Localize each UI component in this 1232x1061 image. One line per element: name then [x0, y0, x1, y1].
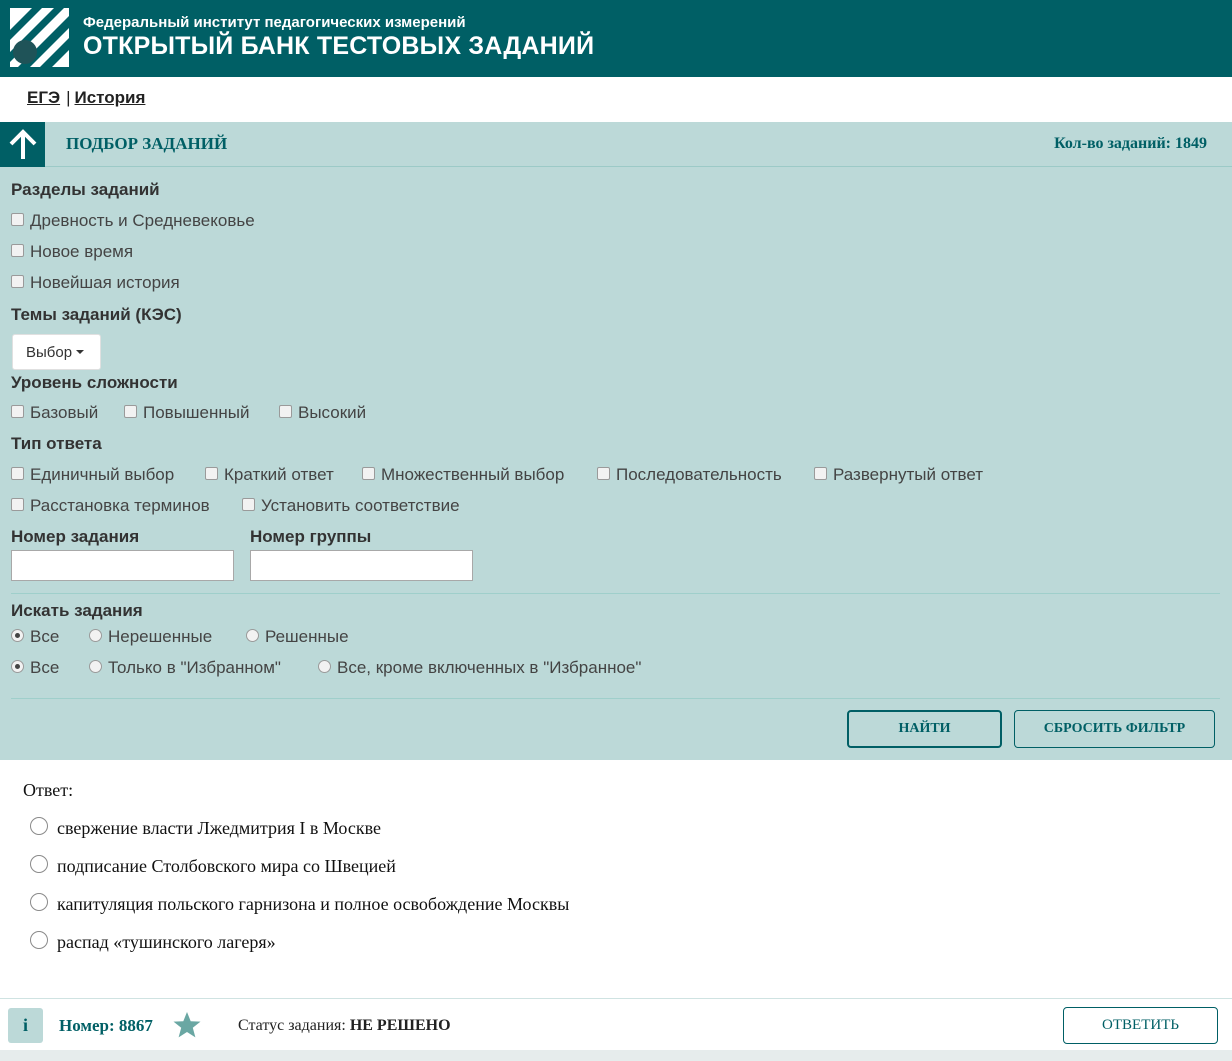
collapse-button[interactable] — [0, 122, 45, 167]
filter-panel-header: ПОДБОР ЗАДАНИЙ Кол-во заданий: 1849 — [0, 122, 1232, 167]
level-checkbox[interactable]: Базовый — [11, 403, 98, 423]
favorite-option-label: Все, кроме включенных в "Избранное" — [337, 658, 642, 677]
answer-button[interactable]: ОТВЕТИТЬ — [1063, 1007, 1218, 1044]
answer-type-checkbox[interactable]: Установить соответствие — [242, 496, 460, 516]
section-checkbox[interactable]: Древность и Средневековье — [11, 211, 255, 231]
answer-type-checkbox[interactable]: Множественный выбор — [362, 465, 564, 485]
favorite-radio-only[interactable]: Только в "Избранном" — [89, 658, 281, 678]
level-option-label: Высокий — [298, 403, 367, 422]
answer-option[interactable]: распад «тушинского лагеря» — [30, 931, 276, 953]
topics-label: Темы заданий (КЭС) — [11, 305, 182, 324]
chevron-down-icon — [76, 350, 85, 354]
answer-type-option-label: Единичный выбор — [30, 465, 175, 484]
task-status: Статус задания: НЕ РЕШЕНО — [238, 1017, 451, 1035]
solved-option-label: Все — [30, 627, 60, 646]
favorite-radio-all[interactable]: Все — [11, 658, 59, 678]
solved-radio-solved[interactable]: Решенные — [246, 627, 349, 647]
answer-type-checkbox[interactable]: Расстановка терминов — [11, 496, 210, 516]
answer-option-label: свержение власти Лжедмитрия I в Москве — [57, 818, 381, 838]
task-footer: i Номер: 8867 Статус задания: НЕ РЕШЕНО … — [0, 998, 1232, 1050]
breadcrumb-separator: | — [66, 88, 71, 107]
answer-option[interactable]: подписание Столбовского мира со Швецией — [30, 855, 396, 877]
topics-select[interactable]: Выбор — [12, 334, 101, 370]
answer-label: Ответ: — [23, 780, 74, 800]
level-checkbox[interactable]: Высокий — [279, 403, 366, 423]
group-number-input[interactable] — [250, 550, 473, 581]
task-count: Кол-во заданий: 1849 — [1054, 135, 1207, 152]
answer-type-checkbox[interactable]: Краткий ответ — [205, 465, 334, 485]
answer-option-label: распад «тушинского лагеря» — [57, 932, 276, 952]
answer-type-option-label: Последовательность — [616, 465, 782, 484]
answer-type-checkbox[interactable]: Развернутый ответ — [814, 465, 983, 485]
search-label: Искать задания — [11, 601, 143, 620]
level-checkbox[interactable]: Повышенный — [124, 403, 250, 423]
site-header: Федеральный институт педагогических изме… — [0, 0, 1232, 77]
solved-radio-all[interactable]: Все — [11, 627, 59, 647]
section-label: Новейшая история — [30, 273, 180, 292]
bottom-strip — [0, 1050, 1232, 1061]
task-number-label: Номер задания — [11, 527, 140, 546]
answer-type-label: Тип ответа — [11, 434, 102, 453]
filter-title: ПОДБОР ЗАДАНИЙ — [66, 134, 228, 153]
status-label: Статус задания: — [238, 1017, 346, 1034]
sections-label: Разделы заданий — [11, 180, 160, 199]
solved-option-label: Решенные — [265, 627, 349, 646]
answer-option-label: капитуляция польского гарнизона и полное… — [57, 894, 570, 914]
breadcrumb-exam-link[interactable]: ЕГЭ — [27, 88, 60, 107]
answer-type-option-label: Установить соответствие — [261, 496, 460, 515]
group-number-label: Номер группы — [250, 527, 372, 546]
breadcrumb: ЕГЭ | История — [27, 88, 145, 108]
divider — [11, 593, 1220, 594]
header-subtitle: Федеральный институт педагогических изме… — [83, 14, 466, 31]
answer-type-checkbox[interactable]: Единичный выбор — [11, 465, 174, 485]
divider — [11, 698, 1220, 699]
answer-type-option-label: Краткий ответ — [224, 465, 334, 484]
answer-option-label: подписание Столбовского мира со Швецией — [57, 856, 396, 876]
filter-panel: ПОДБОР ЗАДАНИЙ Кол-во заданий: 1849 Разд… — [0, 122, 1232, 760]
answer-type-option-label: Множественный выбор — [381, 465, 565, 484]
star-icon[interactable] — [172, 1011, 202, 1039]
answer-type-checkbox[interactable]: Последовательность — [597, 465, 782, 485]
level-label: Уровень сложности — [11, 373, 178, 392]
task-number: Номер: 8867 — [59, 1016, 153, 1035]
answer-type-option-label: Расстановка терминов — [30, 496, 210, 515]
status-value: НЕ РЕШЕНО — [349, 1017, 451, 1034]
solved-radio-unsolved[interactable]: Нерешенные — [89, 627, 212, 647]
breadcrumb-subject-link[interactable]: История — [75, 88, 146, 107]
answer-option[interactable]: свержение власти Лжедмитрия I в Москве — [30, 817, 381, 839]
favorite-option-label: Все — [30, 658, 60, 677]
task-number-input[interactable] — [11, 550, 234, 581]
section-checkbox[interactable]: Новейшая история — [11, 273, 180, 293]
section-checkbox[interactable]: Новое время — [11, 242, 133, 262]
favorite-option-label: Только в "Избранном" — [108, 658, 281, 677]
logo-icon[interactable] — [10, 8, 69, 67]
favorite-radio-except[interactable]: Все, кроме включенных в "Избранное" — [318, 658, 641, 678]
answer-type-option-label: Развернутый ответ — [833, 465, 984, 484]
answer-option[interactable]: капитуляция польского гарнизона и полное… — [30, 893, 570, 915]
find-button[interactable]: НАЙТИ — [847, 710, 1002, 748]
level-option-label: Базовый — [30, 403, 99, 422]
section-label: Древность и Средневековье — [30, 211, 255, 230]
arrow-up-icon — [9, 129, 37, 159]
reset-filter-button[interactable]: СБРОСИТЬ ФИЛЬТР — [1014, 710, 1215, 748]
header-title: ОТКРЫТЫЙ БАНК ТЕСТОВЫХ ЗАДАНИЙ — [83, 32, 595, 60]
solved-option-label: Нерешенные — [108, 627, 213, 646]
section-label: Новое время — [30, 242, 134, 261]
topics-select-label: Выбор — [26, 343, 73, 361]
info-icon[interactable]: i — [8, 1008, 43, 1043]
level-option-label: Повышенный — [143, 403, 250, 422]
